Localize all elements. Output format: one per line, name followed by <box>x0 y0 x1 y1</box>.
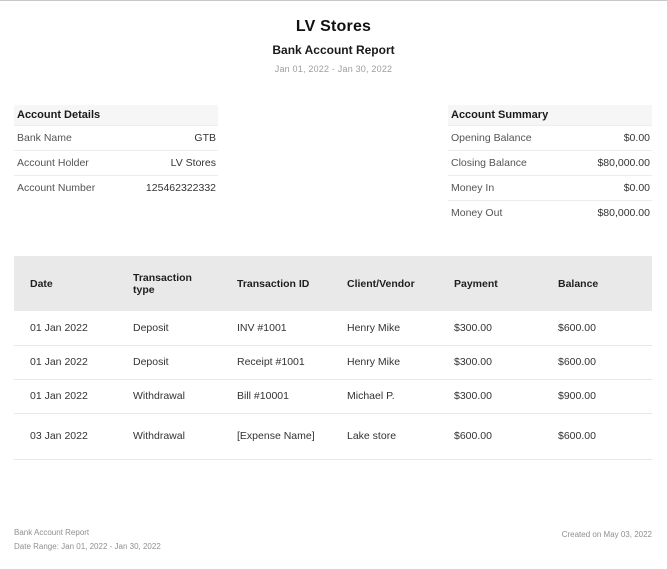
detail-row-bank-name: Bank Name GTB <box>14 125 218 150</box>
table-row: 01 Jan 2022 Deposit INV #1001 Henry Mike… <box>14 311 652 346</box>
transactions-table-header: Date Transaction type Transaction ID Cli… <box>14 256 652 311</box>
column-header-transaction-type: Transaction type <box>117 256 221 311</box>
summary-value: $0.00 <box>623 182 650 194</box>
summary-row-closing-balance: Closing Balance $80,000.00 <box>448 150 652 175</box>
account-details-section: Account Details Bank Name GTB Account Ho… <box>14 105 218 200</box>
footer-created-on: Created on May 03, 2022 <box>561 530 652 539</box>
footer-date-range: Date Range: Jan 01, 2022 - Jan 30, 2022 <box>14 542 161 551</box>
cell-date: 03 Jan 2022 <box>14 413 117 460</box>
cell-balance: $600.00 <box>542 413 652 460</box>
column-header-client-vendor: Client/Vendor <box>331 256 438 311</box>
cell-transaction-type: Deposit <box>117 345 221 380</box>
column-header-date: Date <box>14 256 117 311</box>
account-summary-heading: Account Summary <box>448 105 652 125</box>
cell-date: 01 Jan 2022 <box>14 345 117 380</box>
cell-client-vendor: Lake store <box>331 413 438 460</box>
report-footer: Bank Account Report Date Range: Jan 01, … <box>14 526 652 554</box>
account-summary-section: Account Summary Opening Balance $0.00 Cl… <box>448 105 652 225</box>
account-details-heading: Account Details <box>14 105 218 125</box>
cell-client-vendor: Henry Mike <box>331 345 438 380</box>
detail-label: Account Number <box>17 182 96 194</box>
cell-balance: $600.00 <box>542 345 652 380</box>
cell-transaction-id: Receipt #1001 <box>221 345 331 380</box>
summary-row-money-out: Money Out $80,000.00 <box>448 200 652 225</box>
table-row: 01 Jan 2022 Deposit Receipt #1001 Henry … <box>14 345 652 380</box>
company-name: LV Stores <box>295 18 372 35</box>
cell-transaction-type: Withdrawal <box>117 413 221 460</box>
cell-date: 01 Jan 2022 <box>14 311 117 346</box>
summary-value: $0.00 <box>623 132 650 144</box>
cell-payment: $300.00 <box>438 345 542 380</box>
cell-client-vendor: Henry Mike <box>331 311 438 346</box>
summary-row-money-in: Money In $0.00 <box>448 175 652 200</box>
summary-label: Money In <box>451 182 495 194</box>
footer-report-name: Bank Account Report <box>14 528 90 537</box>
cell-date: 01 Jan 2022 <box>14 379 117 414</box>
table-row: 01 Jan 2022 Withdrawal Bill #10001 Micha… <box>14 379 652 414</box>
cell-balance: $600.00 <box>542 311 652 346</box>
summary-row-opening-balance: Opening Balance $0.00 <box>448 125 652 150</box>
detail-row-account-holder: Account Holder LV Stores <box>14 150 218 175</box>
transactions-table: Date Transaction type Transaction ID Cli… <box>14 256 652 460</box>
detail-label: Bank Name <box>17 132 72 144</box>
cell-transaction-type: Deposit <box>117 311 221 346</box>
cell-balance: $900.00 <box>542 379 652 414</box>
cell-transaction-type: Withdrawal <box>117 379 221 414</box>
summary-label: Closing Balance <box>451 157 527 169</box>
summary-label: Opening Balance <box>451 132 532 144</box>
summary-label: Money Out <box>451 207 503 219</box>
report-date-range: Jan 01, 2022 - Jan 30, 2022 <box>274 64 393 74</box>
cell-client-vendor: Michael P. <box>331 379 438 414</box>
report-title: Bank Account Report <box>272 43 395 57</box>
detail-label: Account Holder <box>17 157 89 169</box>
cell-transaction-id: [Expense Name] <box>221 413 331 460</box>
column-header-payment: Payment <box>438 256 542 311</box>
column-header-balance: Balance <box>542 256 652 311</box>
detail-value: GTB <box>194 132 216 144</box>
cell-payment: $300.00 <box>438 379 542 414</box>
cell-payment: $600.00 <box>438 413 542 460</box>
report-header: LV Stores Bank Account Report Jan 01, 20… <box>0 1 667 74</box>
table-row: 03 Jan 2022 Withdrawal [Expense Name] La… <box>14 413 652 460</box>
summary-value: $80,000.00 <box>597 157 650 169</box>
detail-row-account-number: Account Number 125462322332 <box>14 175 218 200</box>
detail-value: LV Stores <box>170 157 216 169</box>
cell-transaction-id: Bill #10001 <box>221 379 331 414</box>
cell-payment: $300.00 <box>438 311 542 346</box>
detail-value: 125462322332 <box>145 182 216 194</box>
footer-left: Bank Account Report Date Range: Jan 01, … <box>14 526 161 554</box>
bank-account-report-page: LV Stores Bank Account Report Jan 01, 20… <box>0 1 667 569</box>
column-header-transaction-id: Transaction ID <box>221 256 331 311</box>
summary-value: $80,000.00 <box>597 207 650 219</box>
cell-transaction-id: INV #1001 <box>221 311 331 346</box>
